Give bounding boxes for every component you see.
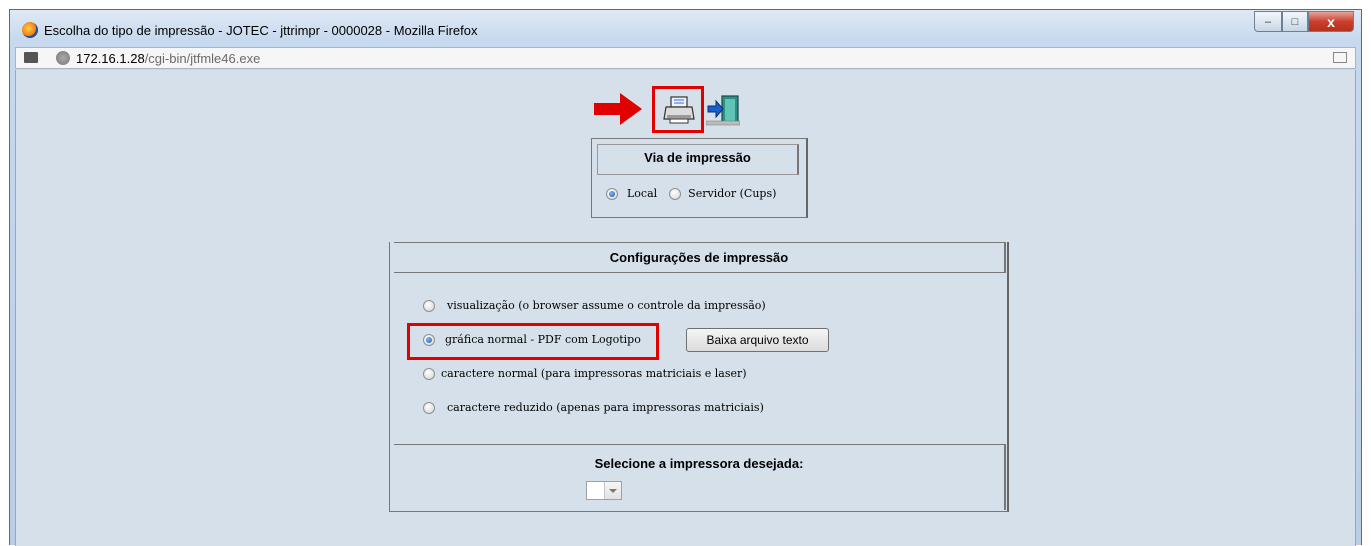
maximize-icon: □ xyxy=(1291,15,1299,28)
radio-caractere-reduzido[interactable] xyxy=(423,401,435,414)
option-grafica[interactable]: gráfica normal - PDF com Logotipo xyxy=(423,333,641,346)
url-path: /cgi-bin/jtfmle46.exe xyxy=(144,51,261,66)
option-grafica-label: gráfica normal - PDF com Logotipo xyxy=(445,333,641,346)
option-caractere-normal-label: caractere normal (para impressoras matri… xyxy=(441,367,747,380)
option-visualizacao[interactable]: visualização (o browser assume o control… xyxy=(423,299,766,312)
radio-local-label: Local xyxy=(627,187,658,200)
configuracoes-panel: Configurações de impressão visualização … xyxy=(389,242,1009,512)
firefox-icon xyxy=(22,22,38,38)
baixa-arquivo-texto-button[interactable]: Baixa arquivo texto xyxy=(686,328,829,352)
exit-door-icon[interactable] xyxy=(706,94,740,126)
printer-select[interactable] xyxy=(586,481,622,500)
close-icon: x xyxy=(1327,13,1335,30)
option-caractere-normal[interactable]: caractere normal (para impressoras matri… xyxy=(423,367,747,380)
option-caractere-reduzido[interactable]: caractere reduzido (apenas para impresso… xyxy=(423,401,764,414)
via-impressao-panel: Via de impressão Local Servidor (Cups) xyxy=(591,138,808,218)
window-title: Escolha do tipo de impressão - JOTEC - j… xyxy=(44,23,478,38)
printer-select-section: Selecione a impressora desejada: xyxy=(394,444,1006,510)
url-host: 172.16.1.28 xyxy=(76,51,145,66)
folder-icon[interactable] xyxy=(24,52,38,63)
title-bar: Escolha do tipo de impressão - JOTEC - j… xyxy=(10,10,1361,44)
minimize-icon: – xyxy=(1264,15,1272,28)
radio-servidor[interactable] xyxy=(669,187,682,200)
option-caractere-reduzido-label: caractere reduzido (apenas para impresso… xyxy=(447,401,764,414)
radio-caractere-normal[interactable] xyxy=(423,367,435,380)
globe-icon[interactable] xyxy=(56,51,70,65)
radio-servidor-label: Servidor (Cups) xyxy=(688,187,777,200)
via-impressao-title: Via de impressão xyxy=(597,144,799,175)
printer-select-label: Selecione a impressora desejada: xyxy=(594,456,804,471)
option-visualizacao-label: visualização (o browser assume o control… xyxy=(447,299,766,312)
reader-view-icon[interactable] xyxy=(1333,52,1347,63)
browser-window: Escolha do tipo de impressão - JOTEC - j… xyxy=(9,9,1362,546)
maximize-button[interactable]: □ xyxy=(1282,11,1308,32)
page-content: Via de impressão Local Servidor (Cups) C… xyxy=(15,70,1356,546)
window-controls: – □ x xyxy=(1254,11,1354,32)
radio-visualizacao[interactable] xyxy=(423,299,435,312)
via-options: Local Servidor (Cups) xyxy=(606,187,776,200)
radio-local[interactable] xyxy=(606,187,618,200)
printer-icon[interactable] xyxy=(663,95,695,125)
chevron-down-icon[interactable] xyxy=(604,482,621,499)
red-arrow-icon xyxy=(594,93,642,125)
configuracoes-title: Configurações de impressão xyxy=(394,242,1006,273)
radio-grafica[interactable] xyxy=(423,333,435,346)
close-button[interactable]: x xyxy=(1308,11,1354,32)
url-text[interactable]: 172.16.1.28/cgi-bin/jtfmle46.exe xyxy=(76,51,260,66)
url-bar[interactable]: 172.16.1.28/cgi-bin/jtfmle46.exe xyxy=(15,47,1356,69)
minimize-button[interactable]: – xyxy=(1254,11,1282,32)
